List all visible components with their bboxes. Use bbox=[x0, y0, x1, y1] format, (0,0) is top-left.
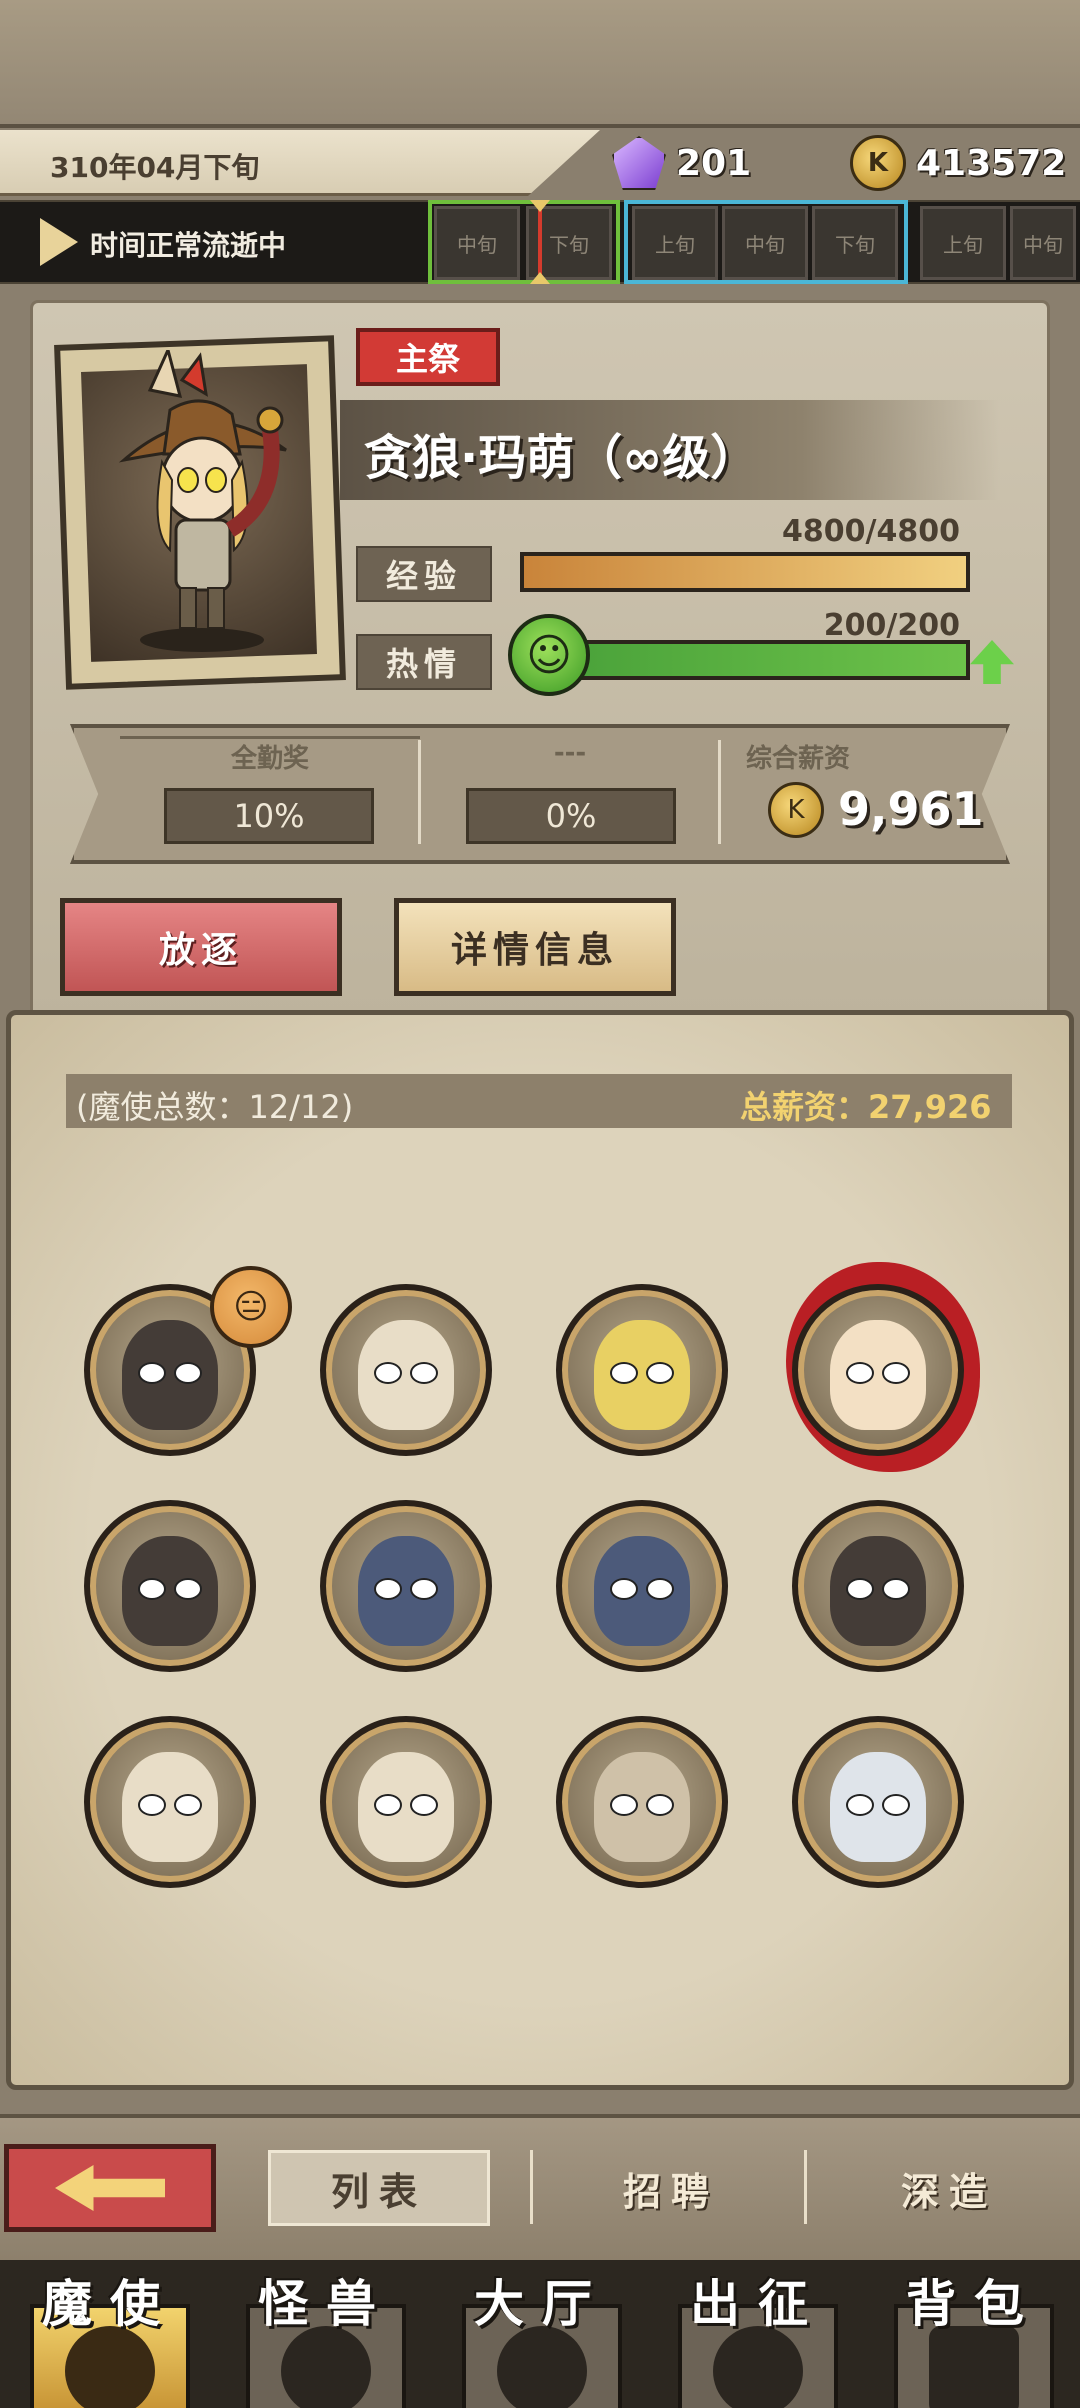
avatar-face bbox=[122, 1752, 218, 1862]
envoy-avatar[interactable] bbox=[84, 1500, 256, 1672]
envoy-avatar-selected[interactable] bbox=[792, 1284, 964, 1456]
envoy-avatar[interactable] bbox=[320, 1500, 492, 1672]
bonus-value: 10% bbox=[164, 788, 374, 844]
tab-forge[interactable]: 深造 bbox=[838, 2150, 1060, 2226]
expedition-glyph bbox=[713, 2326, 803, 2408]
avatar-face bbox=[122, 1536, 218, 1646]
hall-glyph bbox=[497, 2326, 587, 2408]
exp-bar bbox=[520, 552, 970, 592]
exp-label: 经验 bbox=[356, 546, 492, 602]
time-slot[interactable]: 上旬 bbox=[632, 206, 718, 280]
backpack-glyph bbox=[929, 2326, 1019, 2408]
happy-face-glyph: ☺ bbox=[526, 629, 572, 681]
nav-envoy-label: 魔使 bbox=[42, 2275, 178, 2333]
nav-expedition[interactable]: 出征 bbox=[658, 2264, 858, 2408]
nav-bag[interactable]: 背包 bbox=[874, 2264, 1074, 2408]
character-portrait bbox=[118, 350, 287, 652]
extra-title: --- bbox=[553, 738, 587, 768]
passion-label: 热情 bbox=[356, 634, 492, 690]
envoy-avatar[interactable] bbox=[556, 1716, 728, 1888]
coin-symbol: K bbox=[787, 795, 805, 825]
cursor-top-marker bbox=[530, 200, 550, 212]
top-scroll-banner bbox=[0, 0, 1080, 128]
back-button[interactable] bbox=[4, 2144, 216, 2232]
coin-symbol: K bbox=[867, 148, 889, 178]
avatar-face bbox=[594, 1752, 690, 1862]
gem-counter[interactable]: 201 bbox=[612, 132, 751, 194]
mood-face-icon: 😑 bbox=[210, 1266, 292, 1348]
envoy-avatar[interactable] bbox=[84, 1716, 256, 1888]
gem-count: 201 bbox=[676, 142, 752, 184]
details-button[interactable]: 详情信息 bbox=[394, 898, 676, 996]
envoy-avatar[interactable] bbox=[792, 1500, 964, 1672]
tab-list[interactable]: 列表 bbox=[268, 2150, 490, 2226]
gem-icon bbox=[612, 136, 666, 190]
passion-bar bbox=[560, 640, 970, 680]
avatar-face bbox=[594, 1536, 690, 1646]
cursor-bottom-marker bbox=[530, 272, 550, 284]
nav-hall[interactable]: 大厅 bbox=[442, 2264, 642, 2408]
nav-expedition-label: 出征 bbox=[690, 2275, 826, 2333]
time-slot[interactable]: 中旬 bbox=[722, 206, 808, 280]
nav-bag-label: 背包 bbox=[906, 2275, 1042, 2333]
time-status: 时间正常流逝中 bbox=[90, 229, 287, 262]
happy-face-icon: ☺ bbox=[508, 614, 590, 696]
avatar-face bbox=[358, 1536, 454, 1646]
envoy-avatar[interactable] bbox=[320, 1284, 492, 1456]
tab-recruit[interactable]: 招聘 bbox=[560, 2150, 782, 2226]
envoy-avatar[interactable] bbox=[556, 1500, 728, 1672]
game-date: 310年04月下旬 bbox=[50, 151, 260, 184]
strip-divider bbox=[418, 740, 421, 844]
nav-envoy[interactable]: 魔使 bbox=[10, 2264, 210, 2408]
passion-bar-fill bbox=[564, 644, 966, 676]
avatar-face bbox=[122, 1320, 218, 1430]
avatar-face bbox=[594, 1320, 690, 1430]
time-cursor bbox=[538, 204, 542, 280]
bonus-title: 全勤奖 bbox=[230, 744, 309, 774]
nav-monster-label: 怪兽 bbox=[258, 2275, 394, 2333]
nav-hall-label: 大厅 bbox=[474, 2275, 610, 2333]
coin-counter[interactable]: K 413572 bbox=[850, 132, 1066, 194]
salary-value: 9,961 bbox=[838, 782, 984, 836]
envoy-count: (魔使总数：12/12) bbox=[76, 1088, 354, 1126]
avatar-face bbox=[830, 1752, 926, 1862]
tab-divider bbox=[804, 2150, 807, 2224]
character-name: 贪狼·玛萌（∞级） bbox=[364, 430, 759, 486]
envoy-avatar[interactable] bbox=[556, 1284, 728, 1456]
exp-bar-fill bbox=[524, 556, 966, 588]
tab-divider bbox=[530, 2150, 533, 2224]
back-arrow-icon bbox=[55, 2165, 165, 2211]
total-salary: 总薪资：27,926 bbox=[740, 1088, 992, 1126]
passion-value: 200/200 bbox=[823, 608, 960, 643]
strip-divider bbox=[718, 740, 721, 844]
avatar-face bbox=[358, 1752, 454, 1862]
salary-coin-icon: K bbox=[768, 782, 824, 838]
role-tag: 主祭 bbox=[356, 328, 500, 386]
skull-glyph bbox=[65, 2326, 155, 2408]
envoy-avatar[interactable] bbox=[792, 1716, 964, 1888]
monster-glyph bbox=[281, 2326, 371, 2408]
time-slot[interactable]: 上旬 bbox=[920, 206, 1006, 280]
salary-title: 综合薪资 bbox=[746, 744, 851, 774]
avatar-face bbox=[830, 1536, 926, 1646]
coin-count: 413572 bbox=[916, 142, 1067, 184]
exile-button[interactable]: 放逐 bbox=[60, 898, 342, 996]
avatar-face bbox=[358, 1320, 454, 1430]
time-slot[interactable]: 中旬 bbox=[1010, 206, 1076, 280]
exp-value: 4800/4800 bbox=[782, 514, 960, 549]
extra-value: 0% bbox=[466, 788, 676, 844]
time-slot[interactable]: 中旬 bbox=[434, 206, 520, 280]
nav-monster[interactable]: 怪兽 bbox=[226, 2264, 426, 2408]
avatar-face bbox=[830, 1320, 926, 1430]
mood-glyph: 😑 bbox=[233, 1287, 269, 1327]
envoy-avatar[interactable] bbox=[320, 1716, 492, 1888]
time-slot[interactable]: 下旬 bbox=[812, 206, 898, 280]
coin-icon: K bbox=[850, 135, 906, 191]
